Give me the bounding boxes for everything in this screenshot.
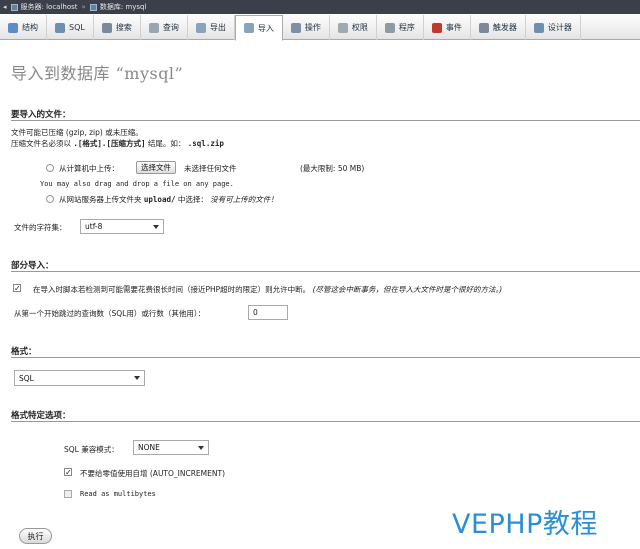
charset-select[interactable]: utf-8 [80, 219, 164, 234]
compression-note: 文件可能已压缩 (gzip, zip) 或未压缩。 [11, 128, 143, 137]
breadcrumb-database[interactable]: 数据库: mysql [89, 2, 146, 12]
partial-section-heading: 部分导入： [11, 261, 54, 271]
drag-drop-hint: You may also drag and drop a file on any… [40, 180, 234, 188]
breadcrumb: ◂ 服务器: localhost » 数据库: mysql [0, 0, 640, 14]
query-icon [148, 22, 159, 33]
tab-events[interactable]: 事件 [424, 15, 471, 40]
tab-label: 程序 [398, 23, 415, 32]
structure-icon [8, 22, 18, 33]
tab-label: 查询 [162, 23, 179, 32]
wrench-icon [290, 22, 301, 33]
page-title: 导入到数据库 “mysql” [11, 64, 184, 83]
no-auto-value-label: 不要给零值使用自增 (AUTO_INCREMENT) [80, 469, 226, 478]
choose-file-button[interactable]: 选择文件 [136, 161, 176, 174]
database-icon [89, 3, 97, 11]
multibytes-label: Read as multibytes [80, 490, 156, 498]
upload-computer-label: 从计算机中上传： [59, 164, 119, 173]
filename-note: 压缩文件名必须以 .[格式].[压缩方式] 结尾。如： .sql.zip [11, 139, 224, 148]
tab-label: 设计器 [547, 23, 572, 32]
format-section-heading: 格式： [11, 347, 37, 357]
tab-label: 导出 [209, 23, 226, 32]
tab-sql[interactable]: SQL [47, 15, 94, 40]
sql-compat-label: SQL 兼容模式： [64, 445, 119, 454]
breadcrumb-server[interactable]: 服务器: localhost [10, 2, 78, 12]
tab-label: SQL [69, 23, 85, 32]
tab-query[interactable]: 查询 [141, 15, 188, 40]
tab-structure[interactable]: 结构 [0, 15, 47, 40]
max-size-note: (最大限制: 50 MB) [300, 164, 365, 173]
back-arrow-icon[interactable]: ◂ [3, 3, 7, 11]
charset-label: 文件的字符集： [14, 223, 67, 232]
section-divider [11, 271, 640, 272]
tab-wrench[interactable]: 操作 [283, 15, 330, 40]
file-section-heading: 要导入的文件： [11, 110, 71, 120]
tab-privileges[interactable]: 权限 [330, 15, 377, 40]
routines-icon [384, 22, 395, 33]
sql-icon [55, 22, 65, 33]
format-select[interactable]: SQL [14, 370, 145, 386]
section-divider [11, 357, 640, 358]
designer-icon [533, 22, 544, 33]
tab-label: 导入 [257, 23, 274, 33]
allow-interrupt-checkbox[interactable]: ✓ [13, 284, 21, 293]
tab-label: 结构 [22, 23, 38, 32]
watermark: VEPHP教程 [452, 509, 598, 540]
tab-label: 权限 [351, 23, 368, 32]
tab-designer[interactable]: 设计器 [526, 15, 581, 40]
tab-label: 搜索 [115, 23, 132, 32]
tab-bar: 结构 SQL 搜索 查询 导出 导入 操作 权限 程序 事件 触发器 设计器 [0, 15, 640, 41]
section-divider [11, 120, 640, 121]
skip-queries-input[interactable]: 0 [248, 305, 288, 320]
multibytes-checkbox[interactable] [64, 490, 72, 498]
tab-search[interactable]: 搜索 [94, 15, 141, 40]
search-icon [101, 22, 112, 33]
tab-import[interactable]: 导入 [234, 15, 283, 41]
tab-export[interactable]: 导出 [188, 15, 235, 40]
sql-compat-select[interactable]: NONE [133, 440, 209, 455]
tab-label: 事件 [445, 23, 462, 32]
tab-routines[interactable]: 程序 [377, 15, 424, 40]
tab-triggers[interactable]: 触发器 [471, 15, 526, 40]
no-auto-value-checkbox[interactable]: ✓ [64, 468, 72, 477]
events-icon [431, 22, 442, 33]
import-icon [243, 23, 254, 33]
tab-label: 操作 [304, 23, 321, 32]
no-file-chosen: 未选择任何文件 [184, 164, 237, 173]
upload-server-label: 从网站服务器上传文件夹 upload/ 中选择： 没有可上传的文件！ [59, 195, 278, 204]
tab-label: 触发器 [492, 23, 517, 32]
server-icon [10, 3, 18, 11]
options-section-heading: 格式特定选项： [11, 411, 71, 421]
skip-label: 从第一个开始跳过的查询数（SQL用）或行数（其他用）： [14, 309, 206, 318]
upload-computer-radio[interactable] [46, 164, 54, 172]
go-button[interactable]: 执行 [19, 528, 52, 544]
chevron-down-icon [134, 376, 140, 380]
chevron-down-icon [153, 224, 159, 229]
privileges-icon [337, 22, 348, 33]
chevron-down-icon [198, 445, 204, 450]
breadcrumb-separator: » [81, 3, 86, 11]
section-divider [11, 421, 640, 422]
export-icon [195, 22, 206, 33]
upload-server-radio[interactable] [46, 195, 54, 203]
allow-interrupt-label: 在导入时脚本若检测到可能需要花费很长时间（接近PHP超时的限定）则允许中断。 (… [33, 285, 503, 294]
triggers-icon [478, 22, 489, 33]
